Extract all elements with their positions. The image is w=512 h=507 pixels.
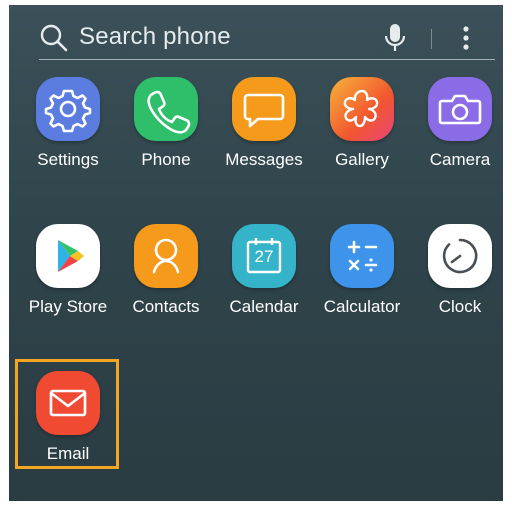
app-calculator[interactable]: Calculator bbox=[313, 224, 411, 344]
app-label: Play Store bbox=[28, 297, 108, 316]
app-label: Settings bbox=[37, 150, 99, 169]
gallery-flower-icon bbox=[330, 77, 394, 141]
search-divider bbox=[431, 29, 432, 49]
app-label: Contacts bbox=[132, 297, 200, 316]
search-placeholder[interactable]: Search phone bbox=[79, 23, 231, 51]
app-phone[interactable]: Phone bbox=[117, 77, 215, 197]
search-underline bbox=[39, 59, 495, 60]
app-label: Clock bbox=[438, 297, 482, 316]
app-drawer: Search phone Settings Phone Messages Gal… bbox=[9, 5, 503, 501]
app-label: Calculator bbox=[323, 297, 401, 316]
clock-icon bbox=[428, 224, 492, 288]
camera-icon bbox=[428, 77, 492, 141]
play-store-icon bbox=[36, 224, 100, 288]
calculator-icon bbox=[330, 224, 394, 288]
app-settings[interactable]: Settings bbox=[19, 77, 117, 197]
more-vertical-icon[interactable] bbox=[459, 23, 473, 53]
app-clock[interactable]: Clock bbox=[411, 224, 503, 344]
mic-icon[interactable] bbox=[383, 23, 407, 53]
app-messages[interactable]: Messages bbox=[215, 77, 313, 197]
app-label: Camera bbox=[429, 150, 491, 169]
app-label: Messages bbox=[225, 150, 303, 169]
search-bar[interactable]: Search phone bbox=[39, 15, 495, 60]
phone-icon bbox=[134, 77, 198, 141]
app-label: Calendar bbox=[229, 297, 299, 316]
contact-person-icon bbox=[134, 224, 198, 288]
app-label: Gallery bbox=[335, 150, 389, 169]
app-calendar[interactable]: Calendar 27 bbox=[215, 224, 313, 344]
calendar-date: 27 bbox=[254, 247, 274, 266]
app-camera[interactable]: Camera bbox=[411, 77, 503, 197]
search-icon[interactable] bbox=[39, 23, 69, 53]
app-play-store[interactable]: Play Store bbox=[19, 224, 117, 344]
gear-icon bbox=[36, 77, 100, 141]
app-contacts[interactable]: Contacts bbox=[117, 224, 215, 344]
email-highlight-box bbox=[15, 359, 119, 469]
app-gallery[interactable]: Gallery bbox=[313, 77, 411, 197]
message-icon bbox=[232, 77, 296, 141]
app-label: Phone bbox=[141, 150, 191, 169]
